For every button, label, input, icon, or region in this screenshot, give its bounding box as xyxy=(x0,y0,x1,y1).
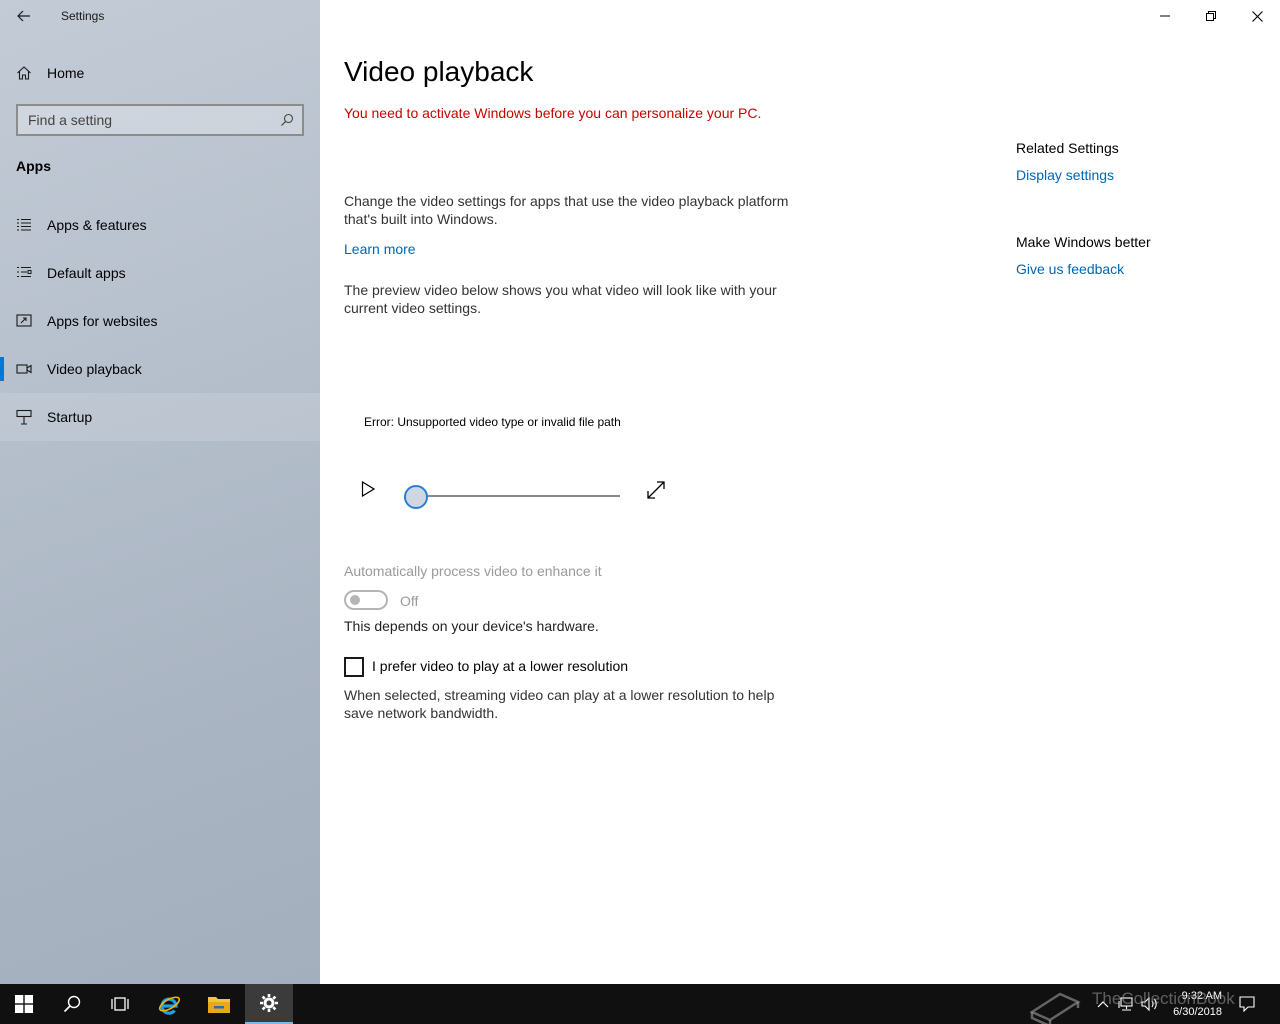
taskbar: 9:32 AM 6/30/2018 xyxy=(0,984,1280,1024)
search-taskbar-button[interactable] xyxy=(48,984,96,1024)
activation-warning: You need to activate Windows before you … xyxy=(344,105,762,121)
sidebar-item-startup[interactable]: Startup xyxy=(0,393,320,441)
restore-icon xyxy=(1206,11,1216,21)
close-icon xyxy=(1251,10,1263,22)
related-settings-header: Related Settings xyxy=(1016,140,1119,156)
description-line: Change the video settings for apps that … xyxy=(344,193,789,209)
sidebar-item-default-apps[interactable]: Default apps xyxy=(0,249,320,297)
watermark-text: TheCollectionBook xyxy=(1092,989,1235,1008)
toggle-knob xyxy=(350,595,360,605)
minimize-button[interactable] xyxy=(1142,0,1188,32)
task-view-icon xyxy=(111,997,129,1011)
preview-line: current video settings. xyxy=(344,300,481,316)
sidebar-item-label: Apps for websites xyxy=(47,313,158,329)
title-bar: Settings xyxy=(0,0,320,32)
default-apps-icon xyxy=(17,266,32,278)
auto-process-label: Automatically process video to enhance i… xyxy=(344,563,602,579)
list-icon xyxy=(17,218,31,231)
preview-description: The preview video below shows you what v… xyxy=(344,281,804,317)
task-view-button[interactable] xyxy=(96,984,144,1024)
fullscreen-icon xyxy=(647,481,665,499)
make-windows-better-header: Make Windows better xyxy=(1016,234,1151,250)
hardware-note: This depends on your device's hardware. xyxy=(344,618,599,634)
close-button[interactable] xyxy=(1234,0,1280,32)
section-header: Apps xyxy=(16,158,51,174)
notification-icon xyxy=(1239,996,1255,1012)
description: Change the video settings for apps that … xyxy=(344,192,804,228)
search-icon[interactable] xyxy=(280,113,294,127)
windows-logo-icon xyxy=(15,995,33,1013)
description-line: that's built into Windows. xyxy=(344,211,498,227)
minimize-icon xyxy=(1160,15,1170,17)
page-title: Video playback xyxy=(344,56,534,87)
video-camera-icon xyxy=(16,364,32,374)
sidebar-item-apps-features[interactable]: Apps & features xyxy=(0,201,320,249)
play-button[interactable] xyxy=(356,477,380,501)
home-label: Home xyxy=(47,65,85,81)
lower-resolution-note: When selected, streaming video can play … xyxy=(344,686,804,722)
home-icon xyxy=(17,66,31,80)
app-title: Settings xyxy=(61,9,105,23)
start-button[interactable] xyxy=(0,984,48,1024)
apps-for-websites-icon xyxy=(16,314,32,327)
settings-taskbar-button[interactable] xyxy=(245,984,293,1024)
display-settings-link[interactable]: Display settings xyxy=(1016,167,1114,183)
internet-explorer-button[interactable] xyxy=(146,984,194,1024)
sidebar-item-video-playback[interactable]: Video playback xyxy=(0,345,320,393)
back-button[interactable] xyxy=(10,5,38,27)
fullscreen-button[interactable] xyxy=(643,477,669,503)
video-error-message: Error: Unsupported video type or invalid… xyxy=(364,415,621,429)
note-line: save network bandwidth. xyxy=(344,705,499,721)
preview-line: The preview video below shows you what v… xyxy=(344,282,777,298)
give-feedback-link[interactable]: Give us feedback xyxy=(1016,261,1124,277)
toggle-state-label: Off xyxy=(400,593,419,609)
play-icon xyxy=(361,481,375,497)
startup-icon xyxy=(16,409,32,425)
auto-process-toggle[interactable] xyxy=(344,590,388,610)
search-box[interactable] xyxy=(16,104,304,136)
search-icon xyxy=(63,995,81,1013)
sidebar-item-label: Default apps xyxy=(47,265,126,281)
home-nav-item[interactable]: Home xyxy=(0,57,320,89)
action-center-button[interactable] xyxy=(1238,995,1256,1013)
sidebar: Settings Home Apps Apps & features Defau… xyxy=(0,0,320,984)
lower-resolution-label[interactable]: I prefer video to play at a lower resolu… xyxy=(372,658,628,674)
file-explorer-button[interactable] xyxy=(195,984,243,1024)
sidebar-item-label: Apps & features xyxy=(47,217,147,233)
search-input[interactable] xyxy=(18,106,302,134)
gear-icon xyxy=(260,994,278,1012)
folder-icon xyxy=(208,997,230,1013)
seek-slider-thumb[interactable] xyxy=(404,485,428,509)
learn-more-link[interactable]: Learn more xyxy=(344,241,416,257)
sidebar-item-label: Startup xyxy=(47,409,93,425)
internet-explorer-icon xyxy=(158,996,181,1015)
sidebar-item-label: Video playback xyxy=(47,361,142,377)
lower-resolution-checkbox[interactable] xyxy=(344,657,364,677)
selection-indicator xyxy=(0,357,4,381)
seek-slider-track[interactable] xyxy=(416,495,620,497)
back-arrow-icon xyxy=(17,10,30,22)
restore-button[interactable] xyxy=(1188,0,1234,32)
note-line: When selected, streaming video can play … xyxy=(344,687,775,703)
sidebar-item-apps-for-websites[interactable]: Apps for websites xyxy=(0,297,320,345)
